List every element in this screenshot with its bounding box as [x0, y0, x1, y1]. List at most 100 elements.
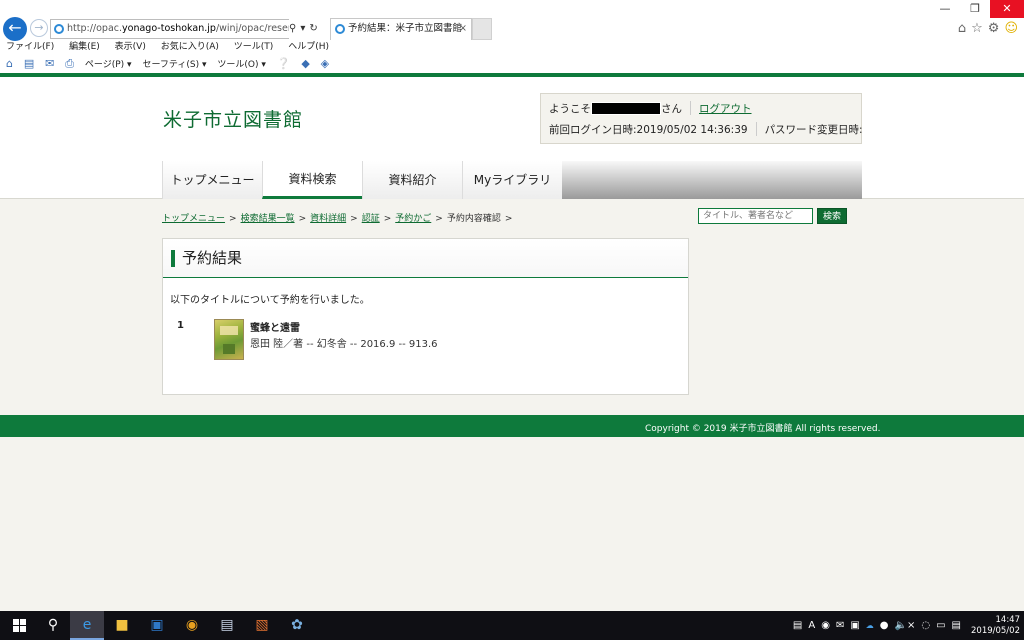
search-button[interactable]: 検索	[817, 208, 847, 224]
breadcrumb-auth[interactable]: 認証	[362, 214, 380, 224]
forward-arrow-icon[interactable]: →	[30, 19, 48, 37]
login-row: ようこそ さん ログアウト	[549, 101, 752, 116]
menu-help[interactable]: ヘルプ(H)	[288, 42, 329, 52]
favorites-star-icon[interactable]: ☆	[971, 21, 983, 36]
print-icon[interactable]: ⎙	[65, 57, 74, 70]
back-arrow-icon[interactable]: ←	[3, 17, 27, 41]
menu-view[interactable]: 表示(V)	[115, 42, 146, 52]
last-login-text: 前回ログイン日時:2019/05/02 14:36:39	[549, 124, 748, 136]
windows-logo-icon	[12, 618, 26, 632]
book-cover-image[interactable]	[214, 319, 244, 360]
help-icon[interactable]: ❔	[277, 57, 291, 70]
taskbar-app-icon[interactable]: ▧	[245, 611, 279, 640]
tab-title: 予約結果：米子市立図書館	[348, 23, 463, 34]
taskbar-chrome-icon[interactable]: ◉	[175, 611, 209, 640]
start-button[interactable]	[2, 611, 36, 640]
breadcrumb-detail[interactable]: 資料詳細	[310, 214, 346, 224]
tray-package-icon[interactable]: ▣	[850, 620, 859, 631]
network-icon[interactable]: ◌	[921, 620, 930, 631]
command-bar: ⌂ ▤ ✉ ⎙ ページ(P) ▾ セーフティ(S) ▾ ツール(O) ▾ ❔ ◆…	[0, 56, 1024, 72]
result-message: 以下のタイトルについて予約を行いました。	[170, 295, 370, 306]
taskbar-outlook-icon[interactable]: ▣	[140, 611, 174, 640]
breadcrumb-top-menu[interactable]: トップメニュー	[162, 214, 225, 224]
mail-icon[interactable]: ✉	[45, 57, 54, 70]
nav-search[interactable]: 資料検索	[262, 161, 362, 199]
taskbar-search-icon[interactable]: ⚲	[36, 611, 70, 640]
main-nav: トップメニュー 資料検索 資料紹介 Myライブラリ	[162, 161, 862, 199]
windows-taskbar: ⚲ e ■ ▣ ◉ ▤ ▧ ✿ ▤ A ◉ ✉ ▣ ☁ ● 🔈× ◌ ▭ ▤ 1…	[0, 611, 1024, 640]
notification-icon[interactable]: ▤	[952, 620, 961, 631]
breadcrumb-current: 予約内容確認	[446, 214, 501, 224]
taskbar-notepad-icon[interactable]: ▤	[210, 611, 244, 640]
display-icon[interactable]: ▭	[936, 620, 945, 631]
clock-time: 14:47	[995, 614, 1021, 625]
feedback-smiley-icon[interactable]: ☺	[1004, 21, 1018, 36]
book-title[interactable]: 蜜蜂と遠雷	[250, 319, 300, 334]
browser-right-icons: ⌂ ☆ ⚙ ☺	[958, 21, 1018, 36]
cmd-tools[interactable]: ツール(O) ▾	[217, 60, 266, 70]
address-domain: yonago-toshokan.jp	[122, 23, 216, 34]
tray-chat-icon[interactable]: ✉	[836, 620, 844, 631]
breadcrumb: トップメニュー > 検索結果一覧 > 資料詳細 > 認証 > 予約かご > 予約内容確認 >	[162, 214, 513, 224]
nav-introduction[interactable]: 資料紹介	[362, 161, 462, 199]
dropdown-icon[interactable]: ▾	[300, 23, 305, 34]
password-changed-text: パスワード変更日時:	[764, 124, 863, 136]
logout-link[interactable]: ログアウト	[699, 103, 752, 115]
new-tab-button[interactable]	[472, 18, 492, 40]
home-icon[interactable]: ⌂	[958, 21, 966, 36]
tray-bag-icon[interactable]: ◉	[821, 620, 830, 631]
nav-my-library[interactable]: Myライブラリ	[462, 161, 562, 199]
translate-icon[interactable]: ◈	[321, 57, 329, 70]
taskbar-ie-icon[interactable]: e	[70, 611, 104, 640]
browser-tab[interactable]: 予約結果：米子市立図書館 ×	[330, 18, 472, 40]
taskbar-paint-icon[interactable]: ✿	[280, 611, 314, 640]
research-icon[interactable]: ◆	[301, 57, 309, 70]
cloud-icon[interactable]: ☁	[866, 621, 874, 630]
menu-favorites[interactable]: お気に入り(A)	[161, 42, 219, 52]
book-meta: 恩田 陸／著 -- 幻冬舎 -- 2016.9 -- 913.6	[250, 339, 438, 350]
result-panel: 予約結果 以下のタイトルについて予約を行いました。 1 蜜蜂と遠雷 恩田 陸／著…	[162, 238, 689, 395]
volume-muted-icon[interactable]: 🔈×	[895, 620, 916, 631]
nav-top-menu[interactable]: トップメニュー	[162, 161, 262, 199]
address-prefix: http://opac.	[67, 23, 123, 34]
nav-spacer	[562, 161, 862, 199]
breadcrumb-reserve-cart[interactable]: 予約かご	[395, 214, 431, 224]
search-icon[interactable]: ⚲	[289, 23, 296, 34]
home-cmd-icon[interactable]: ⌂	[6, 57, 13, 70]
copyright-text: Copyright © 2019 米子市立図書館 All rights rese…	[645, 424, 881, 434]
heading-accent-bar	[171, 250, 175, 267]
cmd-safety[interactable]: セーフティ(S) ▾	[142, 60, 206, 70]
restore-icon[interactable]: ❐	[960, 0, 990, 18]
rss-feed-icon[interactable]: ▤	[24, 57, 34, 70]
page-header: 米子市立図書館 ようこそ さん ログアウト 前回ログイン日時:2019/05/02 …	[0, 77, 1024, 199]
welcome-prefix: ようこそ	[549, 103, 591, 115]
refresh-icon[interactable]: ↻	[309, 23, 317, 34]
menu-edit[interactable]: 編集(E)	[69, 42, 100, 52]
tab-favicon-icon	[335, 24, 345, 34]
breadcrumb-search-results[interactable]: 検索結果一覧	[241, 214, 295, 224]
taskbar-explorer-icon[interactable]: ■	[105, 611, 139, 640]
taskbar-clock[interactable]: 14:47 2019/05/02	[971, 615, 1020, 637]
menu-bar: ファイル(F) 編集(E) 表示(V) お気に入り(A) ツール(T) ヘルプ(…	[0, 40, 1024, 54]
search-input[interactable]	[698, 208, 813, 224]
settings-gear-icon[interactable]: ⚙	[988, 21, 1000, 36]
address-bar[interactable]: http://opac.yonago-toshokan.jp/winj/opac…	[50, 19, 327, 39]
ime-indicator-icon[interactable]: A	[808, 620, 815, 631]
cmd-page[interactable]: ページ(P) ▾	[85, 60, 132, 70]
library-page: 米子市立図書館 ようこそ さん ログアウト 前回ログイン日時:2019/05/02 …	[0, 77, 1024, 611]
browser-chrome: ← → http://opac.yonago-toshokan.jp/winj/…	[0, 0, 1024, 77]
minimize-icon[interactable]: —	[930, 0, 960, 18]
tab-close-icon[interactable]: ×	[459, 19, 467, 39]
result-panel-header: 予約結果	[163, 239, 688, 278]
ie-page-icon	[54, 24, 64, 34]
tray-app-icon[interactable]: ▤	[793, 620, 802, 631]
menu-tools[interactable]: ツール(T)	[234, 42, 274, 52]
divider	[690, 101, 691, 115]
page-footer: Copyright © 2019 米子市立図書館 All rights rese…	[0, 415, 1024, 437]
site-title[interactable]: 米子市立図書館	[163, 105, 303, 132]
close-icon[interactable]: ✕	[990, 0, 1024, 18]
menu-file[interactable]: ファイル(F)	[6, 42, 54, 52]
tray-people-icon[interactable]: ●	[880, 620, 889, 631]
window-controls: — ❐ ✕	[930, 0, 1024, 18]
welcome-suffix: さん	[661, 103, 682, 115]
